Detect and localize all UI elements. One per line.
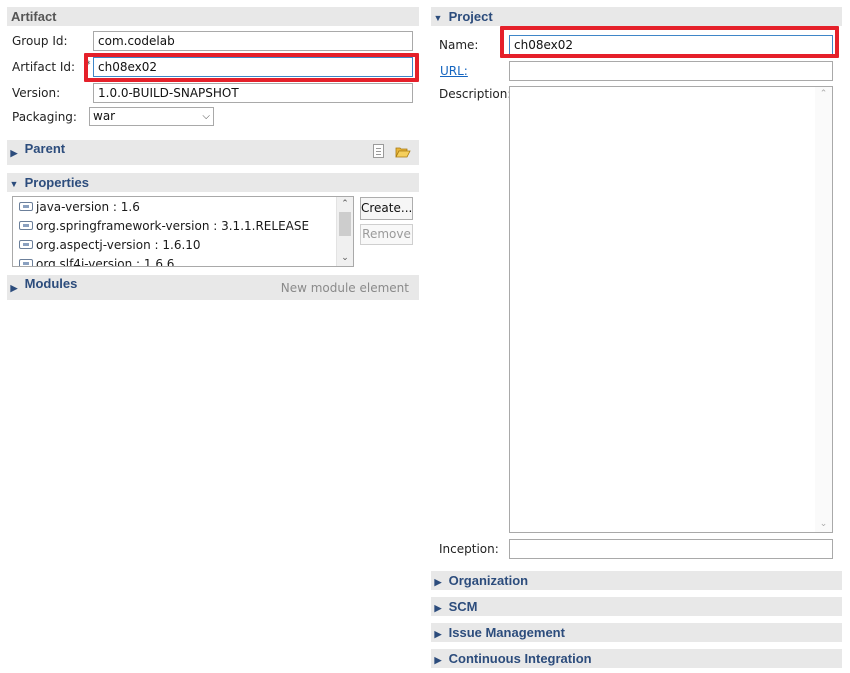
version-label: Version:	[12, 86, 61, 100]
group-id-label: Group Id:	[12, 34, 68, 48]
issue-management-section-header[interactable]: ▶ Issue Management	[431, 623, 842, 642]
triangle-down-icon: ▼	[9, 179, 19, 189]
continuous-integration-section-title: Continuous Integration	[448, 651, 592, 666]
scroll-down-icon[interactable]: ⌄	[337, 251, 353, 266]
property-icon	[19, 202, 33, 211]
artifact-section-header: Artifact	[7, 7, 419, 26]
scroll-up-icon[interactable]: ⌃	[337, 197, 353, 212]
inception-label: Inception:	[439, 542, 499, 556]
modules-section-title: Modules	[24, 276, 78, 291]
list-item[interactable]: org.slf4j-version : 1.6.6	[13, 255, 353, 266]
properties-list[interactable]: java-version : 1.6 org.springframework-v…	[12, 196, 354, 267]
description-scrollbar[interactable]: ⌃ ⌄	[815, 87, 832, 532]
triangle-right-icon: ▶	[434, 629, 442, 639]
url-field[interactable]	[509, 61, 833, 81]
scroll-down-icon[interactable]: ⌄	[815, 517, 832, 532]
scm-section-header[interactable]: ▶ SCM	[431, 597, 842, 616]
project-name-label: Name:	[439, 38, 479, 52]
project-section-header[interactable]: ▼ Project	[431, 7, 842, 26]
group-id-field[interactable]: com.codelab	[93, 31, 413, 51]
artifact-id-label: Artifact Id:	[12, 60, 76, 74]
issue-management-section-title: Issue Management	[448, 625, 565, 640]
triangle-right-icon: ▶	[10, 283, 18, 293]
list-item[interactable]: org.aspectj-version : 1.6.10	[13, 236, 353, 255]
property-icon	[19, 240, 33, 249]
triangle-right-icon: ▶	[434, 655, 442, 665]
open-folder-icon[interactable]	[395, 145, 411, 158]
new-module-element-link[interactable]: New module element	[281, 280, 409, 296]
triangle-down-icon: ▼	[433, 13, 443, 23]
scroll-up-icon[interactable]: ⌃	[815, 87, 832, 102]
properties-scrollbar[interactable]: ⌃ ⌄	[336, 197, 353, 266]
list-item[interactable]: java-version : 1.6	[13, 197, 353, 217]
triangle-right-icon: ▶	[434, 603, 442, 613]
scrollbar-thumb[interactable]	[339, 212, 351, 236]
modules-section-header[interactable]: ▶ Modules New module element	[7, 275, 419, 300]
project-name-highlight	[500, 26, 839, 58]
chevron-down-icon: ⌵	[202, 111, 210, 122]
pom-file-icon[interactable]	[373, 144, 384, 158]
project-section-title: Project	[448, 9, 493, 24]
properties-section-header[interactable]: ▼ Properties	[7, 173, 419, 192]
triangle-right-icon: ▶	[434, 577, 442, 587]
artifact-id-highlight	[84, 53, 419, 82]
description-textarea[interactable]: ⌃ ⌄	[509, 86, 833, 533]
url-link[interactable]: URL:	[440, 62, 468, 80]
remove-property-button[interactable]: Remove	[360, 224, 413, 245]
properties-section-title: Properties	[24, 175, 89, 190]
create-property-button[interactable]: Create...	[360, 197, 413, 220]
continuous-integration-section-header[interactable]: ▶ Continuous Integration	[431, 649, 842, 668]
artifact-section-title: Artifact	[11, 9, 57, 24]
packaging-select-value: war	[93, 109, 116, 123]
description-label: Description:	[439, 87, 512, 101]
organization-section-title: Organization	[448, 573, 529, 588]
property-icon	[19, 221, 33, 230]
parent-section-header[interactable]: ▶ Parent	[7, 140, 419, 165]
parent-section-title: Parent	[24, 141, 66, 156]
inception-field[interactable]	[509, 539, 833, 559]
packaging-label: Packaging:	[12, 110, 77, 124]
property-icon	[19, 259, 33, 266]
list-item[interactable]: org.springframework-version : 3.1.1.RELE…	[13, 217, 353, 236]
packaging-select[interactable]: war ⌵	[89, 107, 214, 126]
version-field[interactable]: 1.0.0-BUILD-SNAPSHOT	[93, 83, 413, 103]
triangle-right-icon: ▶	[10, 148, 18, 158]
scm-section-title: SCM	[448, 599, 478, 614]
organization-section-header[interactable]: ▶ Organization	[431, 571, 842, 590]
